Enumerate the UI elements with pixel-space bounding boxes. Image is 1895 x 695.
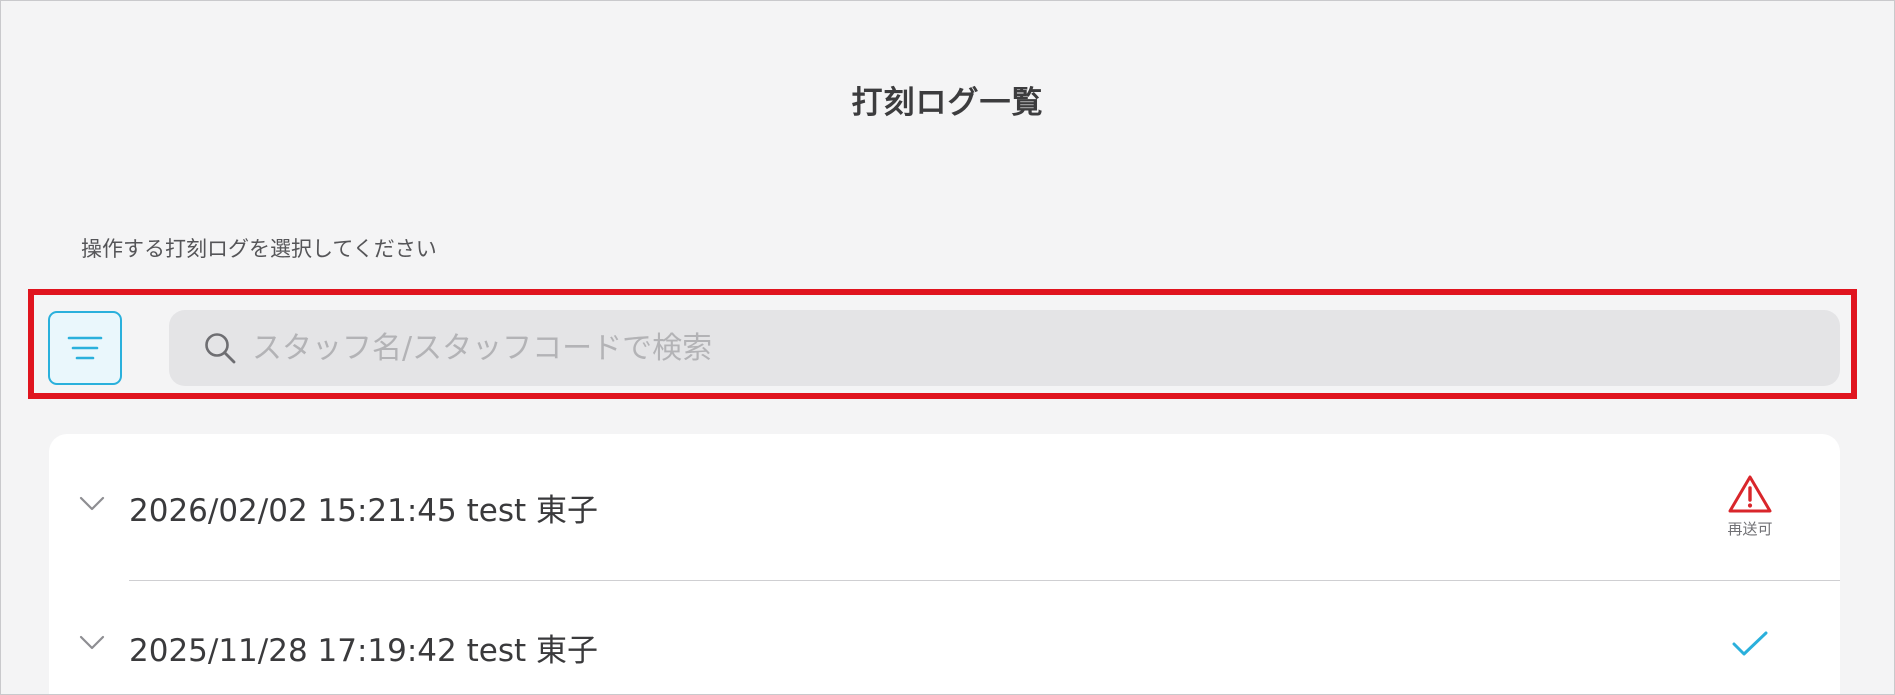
list-item[interactable]: 2026/02/02 15:21:45 test 東子 再送可 [49, 434, 1840, 572]
filter-button[interactable] [48, 311, 122, 385]
log-entry-text: 2025/11/28 17:19:42 test 東子 [129, 633, 598, 669]
chevron-down-icon[interactable] [79, 635, 105, 651]
search-input[interactable] [250, 317, 1840, 379]
instruction-text: 操作する打刻ログを選択してください [81, 237, 437, 261]
status-label: 再送可 [1727, 520, 1773, 538]
log-entry-text: 2026/02/02 15:21:45 test 東子 [129, 493, 598, 529]
chevron-down-icon[interactable] [79, 496, 105, 512]
app-frame: 打刻ログ一覧 操作する打刻ログを選択してください 2026/02/02 15:2… [0, 0, 1895, 695]
page-title: 打刻ログ一覧 [851, 85, 1044, 121]
search-bar[interactable] [169, 310, 1840, 386]
log-list: 2026/02/02 15:21:45 test 東子 再送可 2025/11/… [49, 434, 1840, 694]
search-icon [202, 330, 238, 366]
filter-lines-icon [67, 336, 103, 360]
checkmark-icon [1732, 631, 1768, 656]
warning-triangle-icon [1728, 475, 1772, 513]
resend-status[interactable]: 再送可 [1720, 474, 1780, 539]
list-item[interactable]: 2025/11/28 17:19:42 test 東子 [49, 573, 1840, 694]
